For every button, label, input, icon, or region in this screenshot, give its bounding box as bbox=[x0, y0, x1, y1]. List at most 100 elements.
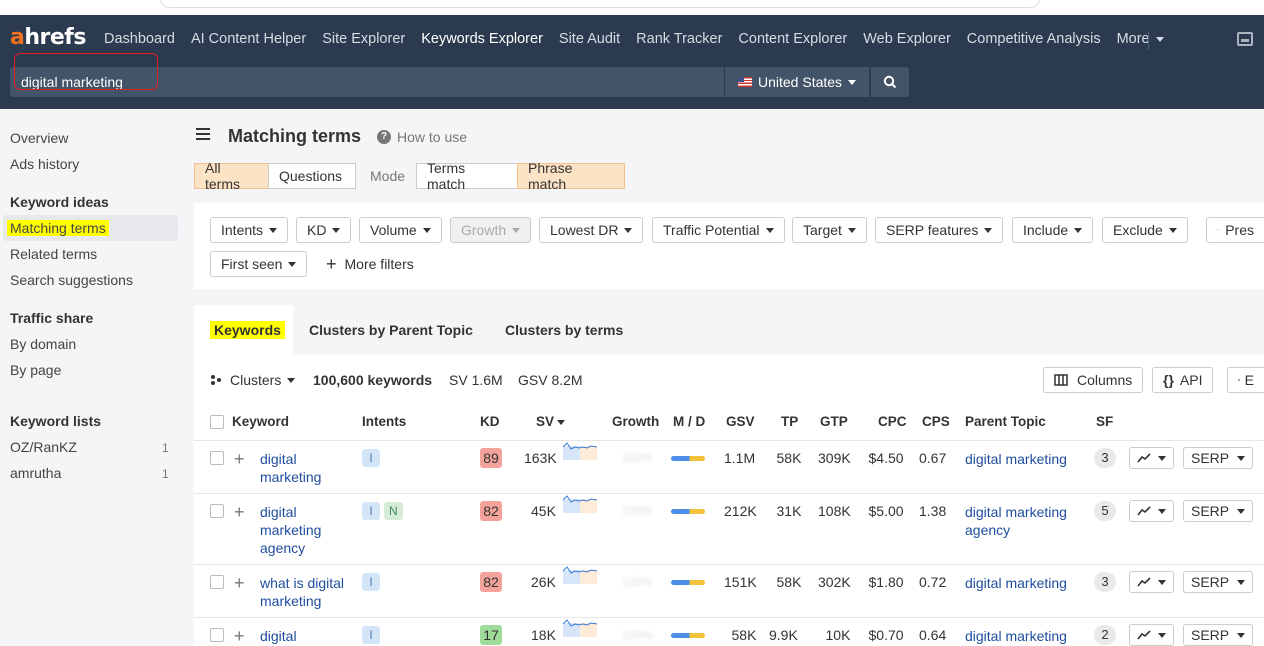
filter-traffic-potential-label: Traffic Potential bbox=[663, 222, 760, 238]
sidebar-item-by-domain[interactable]: By domain bbox=[10, 336, 76, 352]
nav-dashboard[interactable]: Dashboard bbox=[96, 31, 183, 47]
keyword-link[interactable]: digital bbox=[260, 503, 297, 521]
md-bar bbox=[671, 456, 705, 461]
keyword-link[interactable]: digital bbox=[260, 450, 297, 468]
parent-topic-link[interactable]: digital marketing bbox=[965, 503, 1067, 521]
add-to-list-icon[interactable]: + bbox=[234, 574, 245, 592]
row-checkbox[interactable] bbox=[210, 628, 224, 642]
serp-button[interactable]: SERP bbox=[1183, 624, 1254, 646]
sidebar-item-ads-history[interactable]: Ads history bbox=[10, 156, 79, 172]
col-cps[interactable]: CPS bbox=[922, 414, 950, 429]
serp-button[interactable]: SERP bbox=[1183, 447, 1254, 469]
sidebar-item-list-amrutha[interactable]: amrutha bbox=[10, 465, 61, 481]
tab-all-terms[interactable]: All terms bbox=[194, 160, 269, 192]
col-sv[interactable]: SV bbox=[536, 414, 566, 429]
keyword-link[interactable]: digital bbox=[260, 627, 297, 645]
col-sf[interactable]: SF bbox=[1096, 414, 1113, 429]
nav-keywords-explorer[interactable]: Keywords Explorer bbox=[413, 31, 551, 47]
nav-more[interactable]: More bbox=[1109, 31, 1172, 47]
sidebar-item-overview[interactable]: Overview bbox=[10, 130, 68, 146]
trend-chart-button[interactable] bbox=[1129, 624, 1174, 646]
col-tp[interactable]: TP bbox=[781, 414, 798, 429]
col-intents[interactable]: Intents bbox=[362, 414, 406, 429]
filter-target[interactable]: Target bbox=[792, 217, 867, 243]
nav-site-audit[interactable]: Site Audit bbox=[551, 31, 628, 47]
row-checkbox[interactable] bbox=[210, 504, 224, 518]
sv-value: 18K bbox=[531, 627, 556, 643]
presets-button[interactable]: Pres bbox=[1206, 217, 1264, 243]
tab-clusters-parent-topic[interactable]: Clusters by Parent Topic bbox=[293, 305, 489, 355]
col-parent-topic[interactable]: Parent Topic bbox=[965, 414, 1046, 429]
filter-include[interactable]: Include bbox=[1012, 217, 1094, 243]
add-to-list-icon[interactable]: + bbox=[234, 450, 245, 468]
tab-keywords[interactable]: Keywords bbox=[194, 305, 293, 355]
keyword-link[interactable]: marketing bbox=[260, 592, 321, 610]
nav-web-explorer[interactable]: Web Explorer bbox=[855, 31, 959, 47]
clusters-icon bbox=[211, 375, 221, 385]
trend-chart-button[interactable] bbox=[1129, 571, 1174, 593]
row-checkbox[interactable] bbox=[210, 451, 224, 465]
col-growth[interactable]: Growth bbox=[612, 414, 659, 429]
more-filters-button[interactable]: + More filters bbox=[326, 255, 414, 273]
nav-competitive-analysis[interactable]: Competitive Analysis bbox=[959, 31, 1109, 47]
serp-button[interactable]: SERP bbox=[1183, 500, 1254, 522]
add-to-list-icon[interactable]: + bbox=[234, 627, 245, 645]
tab-clusters-by-terms[interactable]: Clusters by terms bbox=[489, 305, 639, 355]
us-flag-icon bbox=[738, 77, 752, 87]
filter-traffic-potential[interactable]: Traffic Potential bbox=[652, 217, 785, 243]
clusters-toggle[interactable]: Clusters bbox=[210, 372, 296, 388]
keyword-link[interactable]: agency bbox=[260, 539, 305, 557]
trend-sparkline bbox=[562, 493, 598, 513]
serp-button[interactable]: SERP bbox=[1183, 571, 1254, 593]
select-all-checkbox[interactable] bbox=[210, 415, 224, 429]
export-button[interactable]: E bbox=[1227, 367, 1264, 393]
filter-kd[interactable]: KD bbox=[296, 217, 352, 243]
nav-content-explorer[interactable]: Content Explorer bbox=[730, 31, 855, 47]
sidebar-item-search-suggestions[interactable]: Search suggestions bbox=[10, 272, 133, 288]
parent-topic-link[interactable]: agency bbox=[965, 521, 1010, 539]
col-md[interactable]: M / D bbox=[673, 414, 705, 429]
filter-lowest-dr[interactable]: Lowest DR bbox=[539, 217, 644, 243]
filter-first-seen[interactable]: First seen bbox=[210, 251, 308, 277]
filter-panel bbox=[194, 203, 1264, 289]
filter-volume[interactable]: Volume bbox=[359, 217, 442, 243]
cps-value: 1.38 bbox=[919, 503, 947, 519]
how-to-use-link[interactable]: ? How to use bbox=[377, 129, 467, 145]
nav-ai-content-helper[interactable]: AI Content Helper bbox=[183, 31, 314, 47]
menu-icon[interactable] bbox=[196, 128, 210, 140]
mode-phrase-match[interactable]: Phrase match bbox=[517, 160, 625, 192]
filter-serp-features[interactable]: SERP features bbox=[875, 217, 1004, 243]
keyword-link[interactable]: marketing bbox=[260, 521, 321, 539]
col-kd[interactable]: KD bbox=[480, 414, 500, 429]
add-to-list-icon[interactable]: + bbox=[234, 503, 245, 521]
trend-chart-button[interactable] bbox=[1129, 500, 1174, 522]
tab-questions[interactable]: Questions bbox=[268, 163, 356, 189]
filter-intents[interactable]: Intents bbox=[210, 217, 289, 243]
filter-exclude[interactable]: Exclude bbox=[1102, 217, 1188, 243]
parent-topic-link[interactable]: digital marketing bbox=[965, 574, 1067, 592]
col-cpc[interactable]: CPC bbox=[878, 414, 907, 429]
ahrefs-logo[interactable]: ahrefs bbox=[10, 25, 86, 50]
mode-terms-match[interactable]: Terms match bbox=[416, 160, 518, 192]
filter-growth[interactable]: Growth bbox=[450, 217, 532, 243]
sidebar-item-related-terms[interactable]: Related terms bbox=[10, 246, 97, 262]
panel-toggle-icon[interactable] bbox=[1237, 32, 1253, 46]
api-button[interactable]: {} API bbox=[1152, 367, 1214, 393]
row-checkbox[interactable] bbox=[210, 575, 224, 589]
columns-button[interactable]: Columns bbox=[1043, 367, 1144, 393]
search-button[interactable] bbox=[871, 67, 909, 97]
sidebar-item-list-ozrankz[interactable]: OZ/RanKZ bbox=[10, 439, 77, 455]
col-gsv[interactable]: GSV bbox=[726, 414, 755, 429]
parent-topic-link[interactable]: digital marketing bbox=[965, 627, 1067, 645]
nav-rank-tracker[interactable]: Rank Tracker bbox=[628, 31, 730, 47]
nav-site-explorer[interactable]: Site Explorer bbox=[314, 31, 413, 47]
sidebar-item-by-page[interactable]: By page bbox=[10, 362, 61, 378]
trend-chart-button[interactable] bbox=[1129, 447, 1174, 469]
keyword-link[interactable]: what is digital bbox=[260, 574, 344, 592]
country-select[interactable]: United States bbox=[725, 67, 869, 97]
sidebar-item-matching-terms[interactable]: Matching terms bbox=[7, 220, 109, 236]
parent-topic-link[interactable]: digital marketing bbox=[965, 450, 1067, 468]
keyword-link[interactable]: marketing bbox=[260, 468, 321, 486]
col-gtp[interactable]: GTP bbox=[820, 414, 848, 429]
col-keyword[interactable]: Keyword bbox=[232, 414, 289, 429]
